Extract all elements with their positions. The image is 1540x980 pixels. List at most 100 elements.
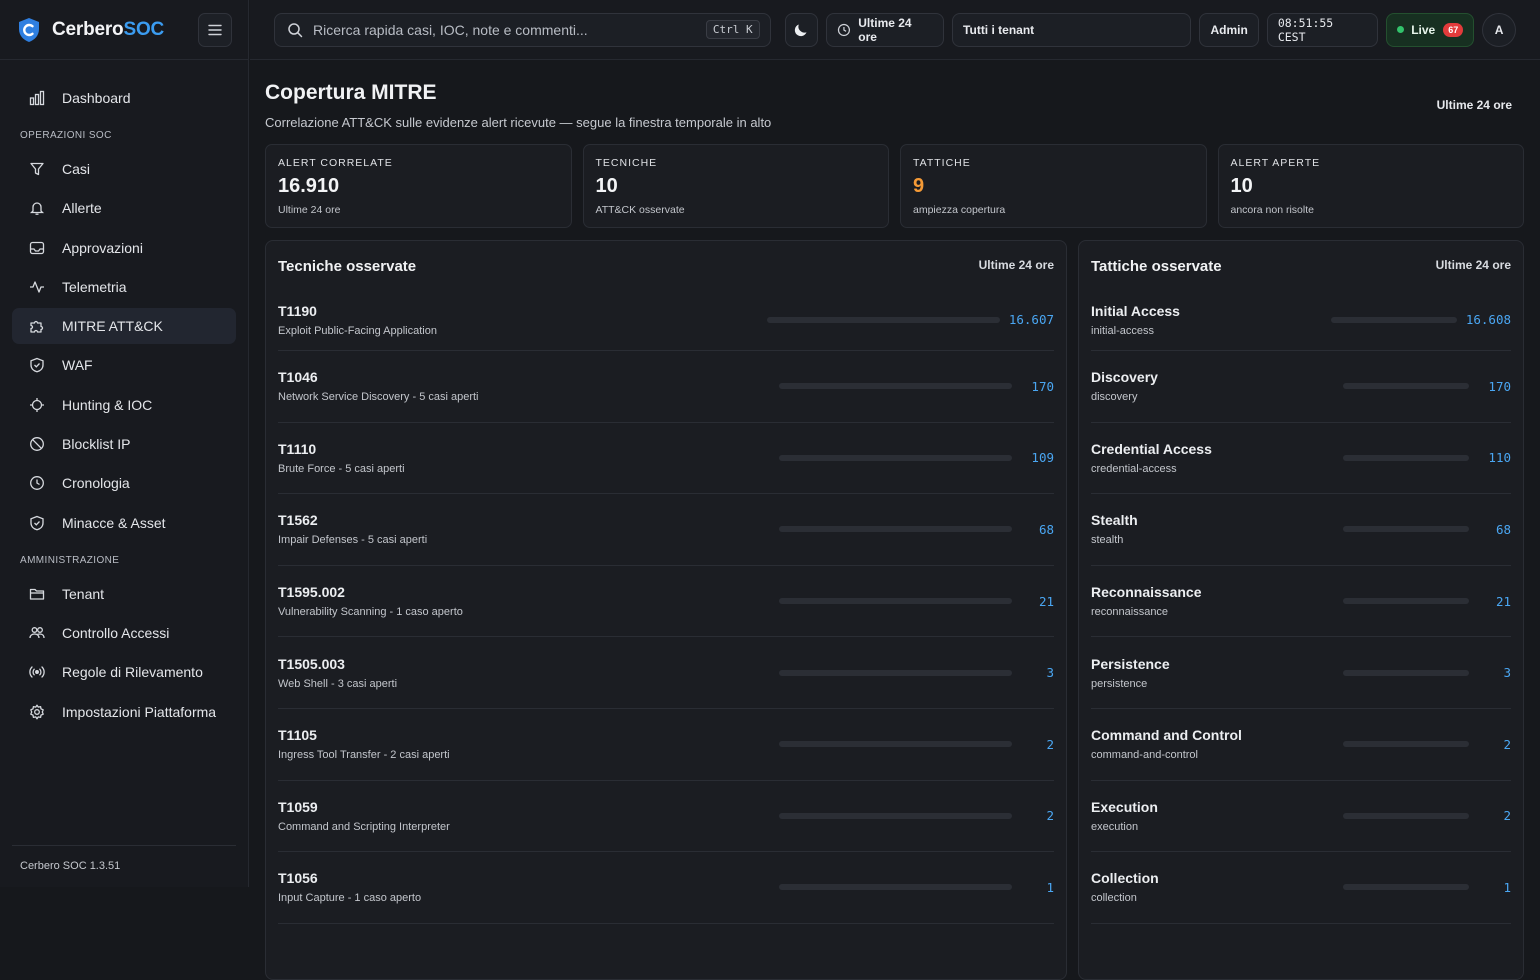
row-subtitle: collection [1091, 892, 1343, 904]
ban-icon [26, 433, 48, 455]
technique-row[interactable]: T1105Ingress Tool Transfer - 2 casi aper… [278, 709, 1054, 781]
technique-row[interactable]: T1056Input Capture - 1 caso aperto1 [278, 852, 1054, 924]
row-text: Executionexecution [1091, 799, 1343, 833]
tactic-row[interactable]: Discoverydiscovery170 [1091, 351, 1511, 423]
tenant-selector[interactable]: Tutti i tenant [952, 13, 1191, 47]
row-count: 109 [1020, 450, 1054, 465]
row-text: Collectioncollection [1091, 870, 1343, 904]
row-title: Reconnaissance [1091, 584, 1343, 600]
row-text: T1059Command and Scripting Interpreter [278, 799, 779, 833]
topbar: Ctrl K Ultime 24 ore Tutti i tenant Admi… [250, 0, 1540, 60]
stat-label: TATTICHE [913, 157, 1194, 169]
sidebar-item-impostazioni[interactable]: Impostazioni Piattaforma [12, 694, 236, 730]
tactic-row[interactable]: Executionexecution 2 [1091, 781, 1511, 853]
row-count: 170 [1477, 379, 1511, 394]
techniques-list: T1190Exploit Public-Facing Application16… [278, 289, 1054, 924]
tactic-row[interactable]: Stealthstealth68 [1091, 494, 1511, 566]
sidebar-item-tenant[interactable]: Tenant [12, 576, 236, 612]
sidebar-item-label: Dashboard [62, 90, 131, 106]
user-avatar[interactable]: A [1482, 13, 1516, 47]
tactic-row[interactable]: Initial Accessinitial-access16.608 [1091, 289, 1511, 351]
tactic-row[interactable]: Reconnaissancereconnaissance21 [1091, 566, 1511, 638]
time-range-button[interactable]: Ultime 24 ore [826, 13, 944, 47]
stat-label: ALERT APERTE [1231, 157, 1512, 169]
sidebar-item-minacce[interactable]: Minacce & Asset [12, 505, 236, 541]
sidebar-item-label: WAF [62, 357, 93, 373]
row-subtitle: Exploit Public-Facing Application [278, 325, 767, 337]
sidebar-item-label: Hunting & IOC [62, 397, 152, 413]
tactic-row[interactable]: Command and Controlcommand-and-control2 [1091, 709, 1511, 781]
technique-row[interactable]: T1505.003Web Shell - 3 casi aperti3 [278, 637, 1054, 709]
row-count: 1 [1020, 880, 1054, 895]
sidebar-item-cronologia[interactable]: Cronologia [12, 465, 236, 501]
row-subtitle: discovery [1091, 391, 1343, 403]
moon-icon [793, 22, 809, 38]
row-count: 1 [1477, 880, 1511, 895]
stat-value: 10 [596, 175, 877, 198]
row-title: Credential Access [1091, 441, 1343, 457]
row-count: 110 [1477, 450, 1511, 465]
tactic-row[interactable]: Collectioncollection 1 [1091, 852, 1511, 924]
row-title: Stealth [1091, 512, 1343, 528]
technique-row[interactable]: T1562Impair Defenses - 5 casi aperti68 [278, 494, 1054, 566]
technique-row[interactable]: T1110Brute Force - 5 casi aperti109 [278, 423, 1054, 495]
row-subtitle: stealth [1091, 534, 1343, 546]
techniques-panel-header: Tecniche osservate Ultime 24 ore [278, 241, 1054, 289]
count-bar-track [779, 526, 1012, 532]
tactic-row[interactable]: Credential Accesscredential-access110 [1091, 423, 1511, 495]
technique-row[interactable]: T1190Exploit Public-Facing Application16… [278, 289, 1054, 351]
sidebar-item-mitre[interactable]: MITRE ATT&CK [12, 308, 236, 344]
tactics-list: Initial Accessinitial-access16.608Discov… [1091, 289, 1511, 924]
sidebar: CerberoSOC Dashboard OPERAZIONI SOC Casi… [0, 0, 249, 887]
role-button[interactable]: Admin [1199, 13, 1258, 47]
sidebar-item-regole[interactable]: Regole di Rilevamento [12, 654, 236, 690]
row-title: T1056 [278, 870, 779, 886]
sidebar-item-label: Minacce & Asset [62, 515, 166, 531]
live-button[interactable]: Live 67 [1386, 13, 1474, 47]
sidebar-item-waf[interactable]: WAF [12, 347, 236, 383]
sidebar-item-allerte[interactable]: Allerte [12, 190, 236, 226]
cerbero-logo-icon [16, 17, 42, 43]
sidebar-item-approvazioni[interactable]: Approvazioni [12, 230, 236, 266]
sidebar-item-hunting[interactable]: Hunting & IOC [12, 387, 236, 423]
theme-toggle-button[interactable] [785, 13, 819, 47]
role-label: Admin [1210, 23, 1247, 37]
count-bar-track [1343, 670, 1469, 676]
sidebar-item-label: Controllo Accessi [62, 625, 169, 641]
menu-toggle-button[interactable] [198, 13, 232, 47]
sidebar-item-casi[interactable]: Casi [12, 151, 236, 187]
search-icon [287, 22, 303, 38]
shield-check-icon [26, 512, 48, 534]
sidebar-item-controllo-accessi[interactable]: Controllo Accessi [12, 615, 236, 651]
row-subtitle: initial-access [1091, 325, 1331, 337]
stat-card-tattiche: TATTICHE 9 ampiezza copertura [900, 144, 1207, 228]
search-box[interactable]: Ctrl K [274, 13, 771, 47]
technique-row[interactable]: T1046Network Service Discovery - 5 casi … [278, 351, 1054, 423]
count-bar-track [779, 813, 1012, 819]
sidebar-item-telemetria[interactable]: Telemetria [12, 269, 236, 305]
stat-card-alert-aperte: ALERT APERTE 10 ancora non risolte [1218, 144, 1525, 228]
main-content: Copertura MITRE Correlazione ATT&CK sull… [250, 61, 1540, 902]
row-subtitle: Ingress Tool Transfer - 2 casi aperti [278, 749, 779, 761]
tactic-row[interactable]: Persistencepersistence3 [1091, 637, 1511, 709]
live-status-dot [1397, 26, 1404, 33]
sidebar-item-blocklist[interactable]: Blocklist IP [12, 426, 236, 462]
row-title: T1110 [278, 441, 779, 457]
clock-display: 08:51:55 CEST [1267, 13, 1378, 47]
stat-value: 10 [1231, 175, 1512, 198]
tactics-panel: Tattiche osservate Ultime 24 ore Initial… [1078, 240, 1524, 980]
puzzle-icon [26, 315, 48, 337]
search-input[interactable] [313, 22, 706, 38]
row-count: 2 [1477, 808, 1511, 823]
row-count: 3 [1477, 665, 1511, 680]
sidebar-item-dashboard[interactable]: Dashboard [12, 80, 236, 116]
technique-row[interactable]: T1059Command and Scripting Interpreter2 [278, 781, 1054, 853]
radio-icon [26, 661, 48, 683]
sidebar-item-label: Blocklist IP [62, 436, 130, 452]
stat-subtext: ancora non risolte [1231, 204, 1512, 216]
row-text: T1190Exploit Public-Facing Application [278, 303, 767, 337]
count-bar-track [1331, 317, 1457, 323]
app-version: Cerbero SOC 1.3.51 [12, 845, 236, 872]
row-text: Stealth stealth [1091, 512, 1343, 546]
technique-row[interactable]: T1595.002Vulnerability Scanning - 1 caso… [278, 566, 1054, 638]
